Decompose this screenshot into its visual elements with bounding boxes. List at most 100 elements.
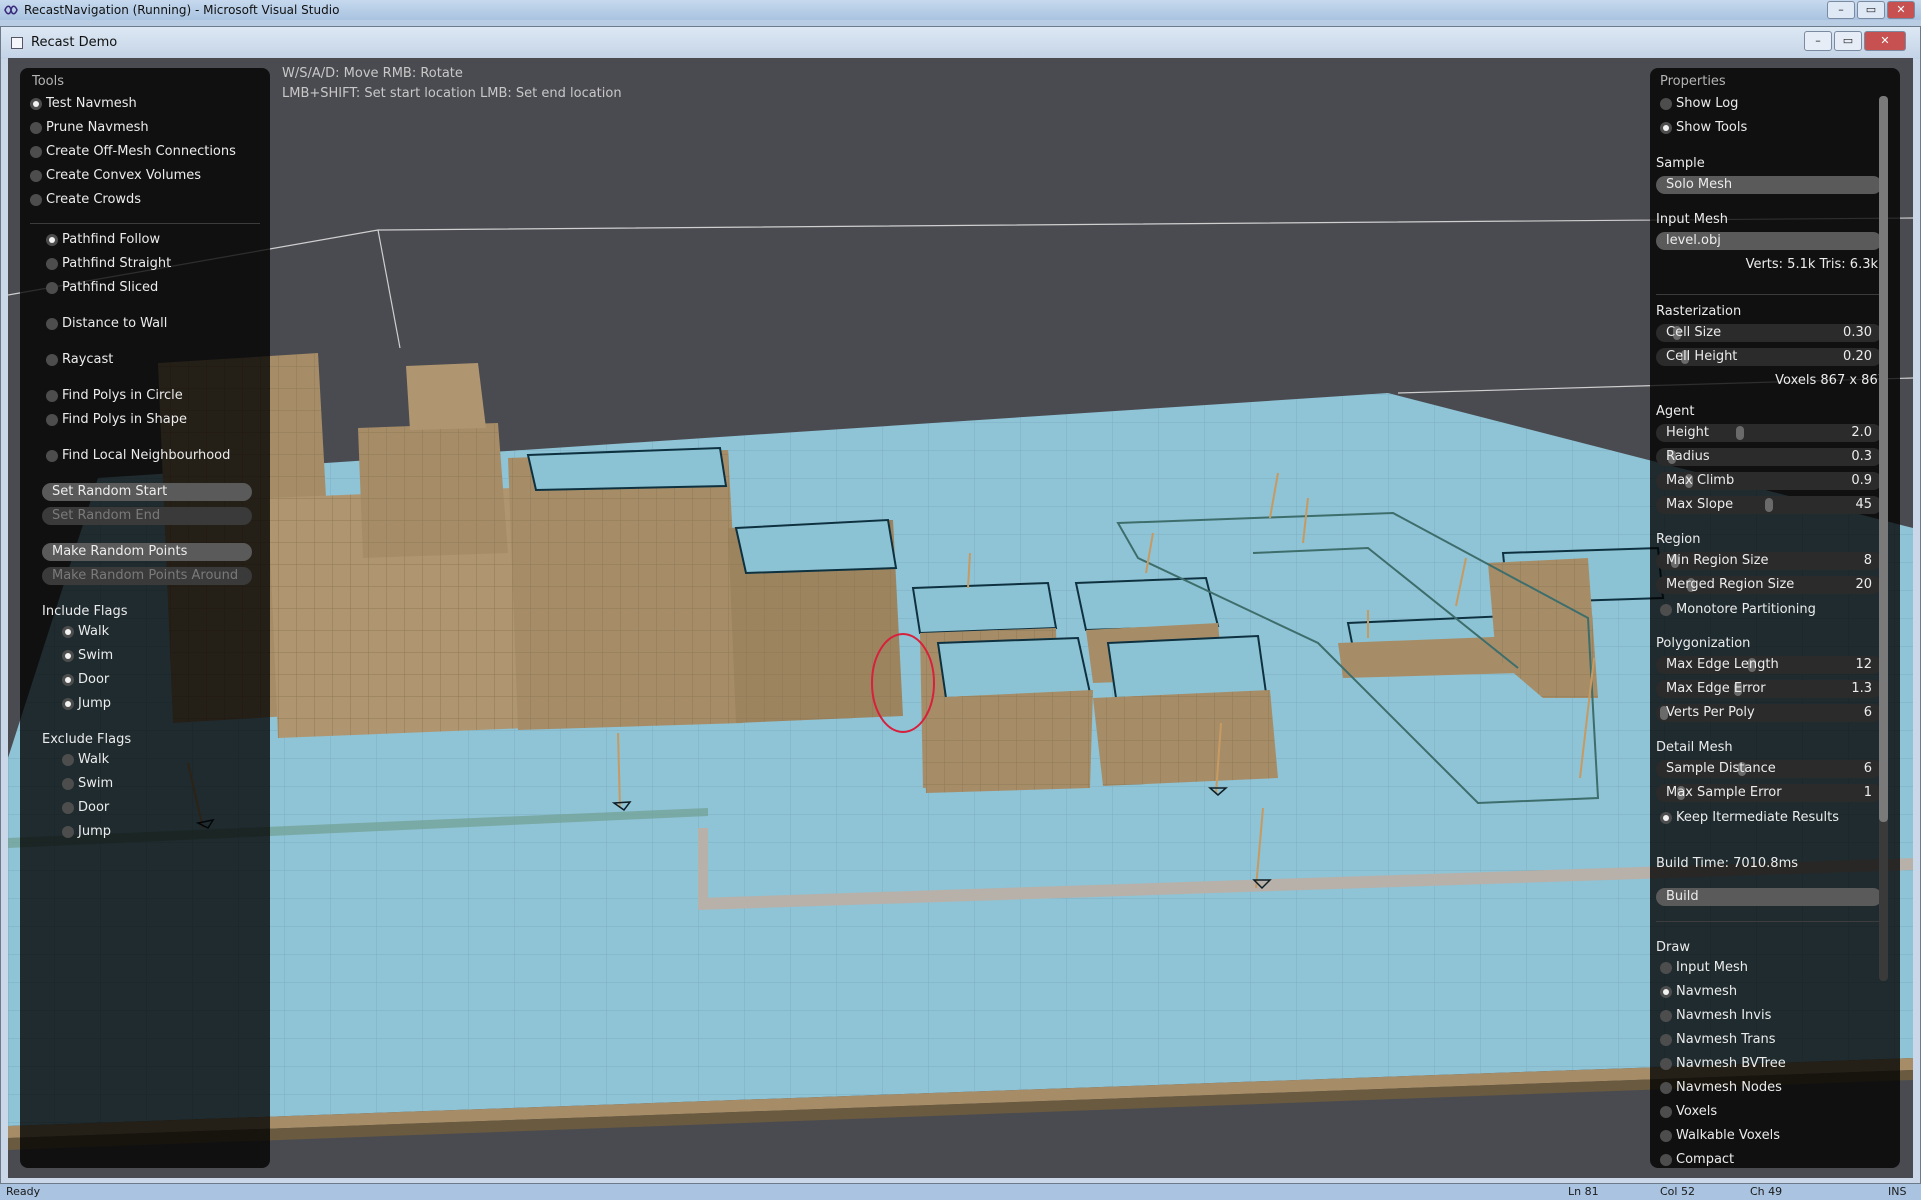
build-time-readout: Build Time: 7010.8ms bbox=[1656, 856, 1799, 871]
make-random-points-around-button[interactable]: Make Random Points Around bbox=[42, 567, 252, 585]
set-random-start-button[interactable]: Set Random Start bbox=[42, 483, 252, 501]
cell-height-slider[interactable]: Cell Height 0.20 bbox=[1656, 348, 1882, 366]
vs-close-button[interactable]: ✕ bbox=[1887, 1, 1915, 19]
checkbox-icon bbox=[62, 754, 74, 766]
radio-icon bbox=[1660, 1034, 1672, 1046]
draw-title: Draw bbox=[1656, 940, 1690, 955]
radio-icon bbox=[46, 258, 58, 270]
checkbox-icon bbox=[62, 698, 74, 710]
checkbox-icon bbox=[62, 778, 74, 790]
max-edge-error-slider[interactable]: Max Edge Error 1.3 bbox=[1656, 680, 1882, 698]
agent-title: Agent bbox=[1656, 404, 1695, 419]
checkbox-icon bbox=[1660, 812, 1672, 824]
include-flags-title: Include Flags bbox=[42, 604, 128, 619]
radio-icon bbox=[46, 390, 58, 402]
visual-studio-logo-icon bbox=[4, 5, 18, 15]
polygonization-title: Polygonization bbox=[1656, 636, 1751, 651]
radio-icon bbox=[30, 170, 42, 182]
properties-divider bbox=[1656, 921, 1882, 922]
minimize-button[interactable]: – bbox=[1804, 31, 1832, 51]
max-sample-error-slider[interactable]: Max Sample Error 1 bbox=[1656, 784, 1882, 802]
properties-panel: Properties Show Log Show Tools Sample So… bbox=[1650, 68, 1900, 1168]
radio-icon bbox=[1660, 1082, 1672, 1094]
radio-icon bbox=[46, 282, 58, 294]
status-column: Col 52 bbox=[1660, 1185, 1695, 1198]
vs-window-title: RecastNavigation (Running) - Microsoft V… bbox=[24, 3, 340, 17]
demo-titlebar: Recast Demo – ▭ ✕ bbox=[1, 27, 1920, 59]
properties-panel-title: Properties bbox=[1660, 74, 1726, 89]
vs-titlebar: RecastNavigation (Running) - Microsoft V… bbox=[0, 0, 1921, 20]
agent-max-slope-slider[interactable]: Max Slope 45 bbox=[1656, 496, 1882, 514]
navmesh-scene[interactable] bbox=[8, 58, 1913, 1178]
radio-icon bbox=[1660, 1058, 1672, 1070]
input-mesh-title: Input Mesh bbox=[1656, 212, 1729, 227]
radio-icon bbox=[46, 318, 58, 330]
checkbox-icon bbox=[1660, 604, 1672, 616]
radio-icon bbox=[1660, 1154, 1672, 1166]
agent-max-climb-slider[interactable]: Max Climb 0.9 bbox=[1656, 472, 1882, 490]
build-button[interactable]: Build bbox=[1656, 888, 1882, 906]
status-insert-mode: INS bbox=[1888, 1185, 1907, 1198]
controls-hint-move: W/S/A/D: Move RMB: Rotate bbox=[282, 66, 463, 81]
verts-per-poly-slider[interactable]: Verts Per Poly 6 bbox=[1656, 704, 1882, 722]
tools-panel: Tools Test Navmesh Prune Navmesh Create … bbox=[20, 68, 270, 1168]
maximize-button[interactable]: ▭ bbox=[1834, 31, 1862, 51]
vs-maximize-button[interactable]: ▭ bbox=[1857, 1, 1885, 19]
radio-icon bbox=[30, 122, 42, 134]
status-char: Ch 49 bbox=[1750, 1185, 1783, 1198]
merged-region-size-slider[interactable]: Merged Region Size 20 bbox=[1656, 576, 1882, 594]
cell-size-slider[interactable]: Cell Size 0.30 bbox=[1656, 324, 1882, 342]
detail-mesh-title: Detail Mesh bbox=[1656, 740, 1733, 755]
status-ready: Ready bbox=[6, 1185, 41, 1198]
properties-scrollbar-thumb[interactable] bbox=[1879, 96, 1888, 822]
radio-icon bbox=[46, 234, 58, 246]
vs-statusbar: Ready Ln 81 Col 52 Ch 49 INS bbox=[0, 1184, 1921, 1200]
agent-radius-slider[interactable]: Radius 0.3 bbox=[1656, 448, 1882, 466]
checkbox-icon bbox=[1660, 122, 1672, 134]
agent-height-slider[interactable]: Height 2.0 bbox=[1656, 424, 1882, 442]
app-icon bbox=[11, 37, 23, 49]
demo-window-title: Recast Demo bbox=[31, 35, 118, 50]
radio-icon bbox=[30, 146, 42, 158]
checkbox-icon bbox=[62, 650, 74, 662]
sample-distance-slider[interactable]: Sample Distance 6 bbox=[1656, 760, 1882, 778]
vs-minimize-button[interactable]: – bbox=[1827, 1, 1855, 19]
checkbox-icon bbox=[1660, 98, 1672, 110]
radio-icon bbox=[1660, 1010, 1672, 1022]
radio-icon bbox=[30, 194, 42, 206]
checkbox-icon bbox=[62, 674, 74, 686]
radio-icon bbox=[46, 414, 58, 426]
radio-icon bbox=[1660, 986, 1672, 998]
voxels-readout: Voxels 867 x 867 bbox=[1775, 373, 1886, 388]
sample-title: Sample bbox=[1656, 156, 1705, 171]
checkbox-icon bbox=[62, 826, 74, 838]
checkbox-icon bbox=[62, 802, 74, 814]
checkbox-icon bbox=[62, 626, 74, 638]
radio-icon bbox=[1660, 962, 1672, 974]
region-title: Region bbox=[1656, 532, 1701, 547]
slider-knob[interactable] bbox=[1735, 426, 1744, 440]
sample-selector[interactable]: Solo Mesh bbox=[1656, 176, 1882, 194]
close-button[interactable]: ✕ bbox=[1864, 31, 1906, 51]
tools-panel-title: Tools bbox=[32, 74, 65, 89]
set-random-end-button[interactable]: Set Random End bbox=[42, 507, 252, 525]
exclude-flags-title: Exclude Flags bbox=[42, 732, 132, 747]
input-mesh-stats: Verts: 5.1k Tris: 6.3k bbox=[1745, 257, 1878, 272]
properties-scrollbar[interactable] bbox=[1879, 96, 1888, 981]
properties-divider bbox=[1656, 294, 1882, 295]
radio-icon bbox=[46, 354, 58, 366]
slider-knob[interactable] bbox=[1765, 498, 1773, 512]
status-line: Ln 81 bbox=[1568, 1185, 1599, 1198]
tools-divider bbox=[30, 223, 260, 224]
rasterization-title: Rasterization bbox=[1656, 304, 1742, 319]
controls-hint-location: LMB+SHIFT: Set start location LMB: Set e… bbox=[282, 86, 622, 101]
min-region-size-slider[interactable]: Min Region Size 8 bbox=[1656, 552, 1882, 570]
radio-icon bbox=[1660, 1130, 1672, 1142]
input-mesh-selector[interactable]: level.obj bbox=[1656, 232, 1882, 250]
radio-icon bbox=[30, 98, 42, 110]
radio-icon bbox=[1660, 1106, 1672, 1118]
radio-icon bbox=[46, 450, 58, 462]
max-edge-length-slider[interactable]: Max Edge Length 12 bbox=[1656, 656, 1882, 674]
make-random-points-button[interactable]: Make Random Points bbox=[42, 543, 252, 561]
3d-viewport[interactable] bbox=[8, 58, 1913, 1178]
